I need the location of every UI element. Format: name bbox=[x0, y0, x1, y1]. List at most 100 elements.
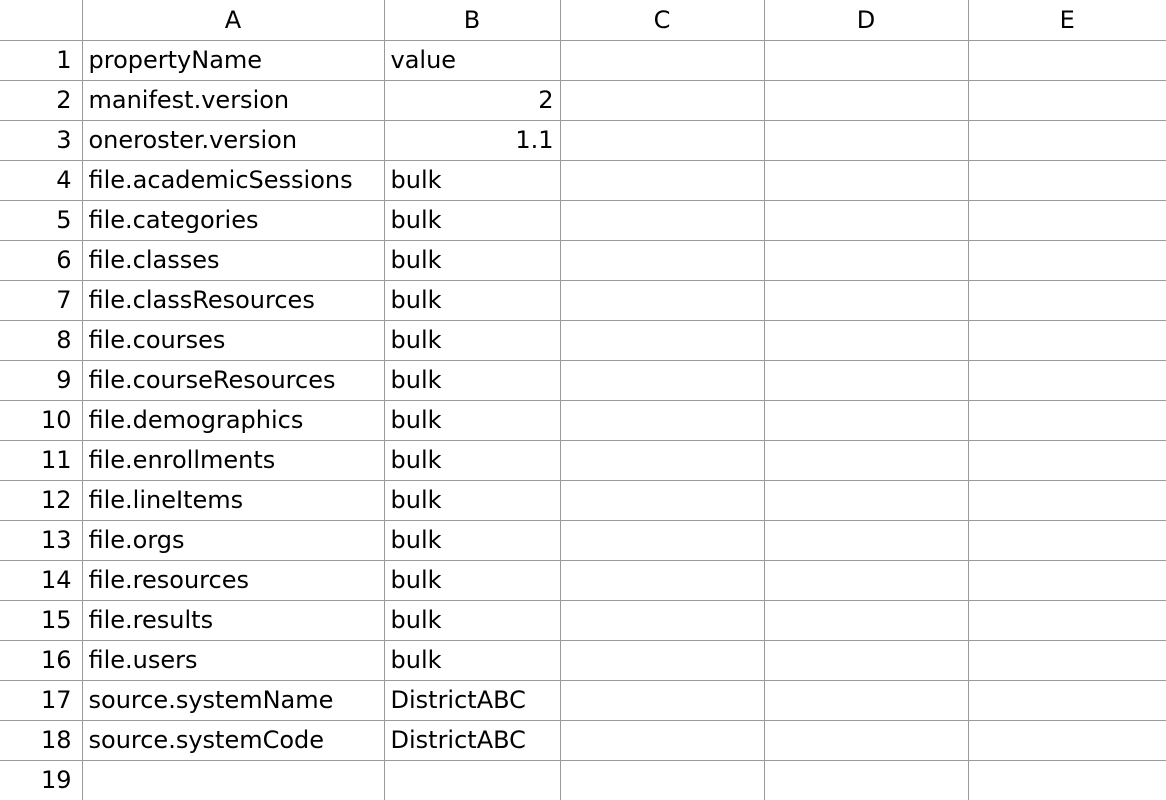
cell-A8[interactable]: file.courses bbox=[82, 320, 384, 360]
cell-A14[interactable]: file.resources bbox=[82, 560, 384, 600]
cell-D4[interactable] bbox=[764, 160, 968, 200]
column-header-D[interactable]: D bbox=[764, 0, 968, 40]
row-header-13[interactable]: 13 bbox=[0, 520, 82, 560]
row-header-7[interactable]: 7 bbox=[0, 280, 82, 320]
cell-B1[interactable]: value bbox=[384, 40, 560, 80]
cell-C6[interactable] bbox=[560, 240, 764, 280]
cell-E5[interactable] bbox=[968, 200, 1166, 240]
cell-B17[interactable]: DistrictABC bbox=[384, 680, 560, 720]
column-header-B[interactable]: B bbox=[384, 0, 560, 40]
cell-B19[interactable] bbox=[384, 760, 560, 800]
cell-B7[interactable]: bulk bbox=[384, 280, 560, 320]
cell-E15[interactable] bbox=[968, 600, 1166, 640]
cell-A19[interactable] bbox=[82, 760, 384, 800]
row-header-17[interactable]: 17 bbox=[0, 680, 82, 720]
cell-C14[interactable] bbox=[560, 560, 764, 600]
row-header-12[interactable]: 12 bbox=[0, 480, 82, 520]
cell-C2[interactable] bbox=[560, 80, 764, 120]
cell-C12[interactable] bbox=[560, 480, 764, 520]
cell-E4[interactable] bbox=[968, 160, 1166, 200]
cell-C11[interactable] bbox=[560, 440, 764, 480]
cell-E2[interactable] bbox=[968, 80, 1166, 120]
cell-E1[interactable] bbox=[968, 40, 1166, 80]
cell-C15[interactable] bbox=[560, 600, 764, 640]
cell-A4[interactable]: file.academicSessions bbox=[82, 160, 384, 200]
cell-A3[interactable]: oneroster.version bbox=[82, 120, 384, 160]
cell-A17[interactable]: source.systemName bbox=[82, 680, 384, 720]
row-header-14[interactable]: 14 bbox=[0, 560, 82, 600]
cell-A2[interactable]: manifest.version bbox=[82, 80, 384, 120]
cell-E11[interactable] bbox=[968, 440, 1166, 480]
cell-E17[interactable] bbox=[968, 680, 1166, 720]
row-header-16[interactable]: 16 bbox=[0, 640, 82, 680]
corner-cell[interactable] bbox=[0, 0, 82, 40]
row-header-1[interactable]: 1 bbox=[0, 40, 82, 80]
column-header-C[interactable]: C bbox=[560, 0, 764, 40]
cell-B12[interactable]: bulk bbox=[384, 480, 560, 520]
cell-D2[interactable] bbox=[764, 80, 968, 120]
cell-D8[interactable] bbox=[764, 320, 968, 360]
cell-E3[interactable] bbox=[968, 120, 1166, 160]
cell-A10[interactable]: file.demographics bbox=[82, 400, 384, 440]
cell-A16[interactable]: file.users bbox=[82, 640, 384, 680]
cell-C19[interactable] bbox=[560, 760, 764, 800]
cell-B3[interactable]: 1.1 bbox=[384, 120, 560, 160]
cell-A15[interactable]: file.results bbox=[82, 600, 384, 640]
cell-E6[interactable] bbox=[968, 240, 1166, 280]
cell-C18[interactable] bbox=[560, 720, 764, 760]
cell-C13[interactable] bbox=[560, 520, 764, 560]
cell-D19[interactable] bbox=[764, 760, 968, 800]
cell-A12[interactable]: file.lineItems bbox=[82, 480, 384, 520]
cell-B15[interactable]: bulk bbox=[384, 600, 560, 640]
cell-A18[interactable]: source.systemCode bbox=[82, 720, 384, 760]
cell-A5[interactable]: file.categories bbox=[82, 200, 384, 240]
cell-E8[interactable] bbox=[968, 320, 1166, 360]
cell-D15[interactable] bbox=[764, 600, 968, 640]
cell-D11[interactable] bbox=[764, 440, 968, 480]
cell-C5[interactable] bbox=[560, 200, 764, 240]
cell-C7[interactable] bbox=[560, 280, 764, 320]
cell-E19[interactable] bbox=[968, 760, 1166, 800]
cell-B2[interactable]: 2 bbox=[384, 80, 560, 120]
row-header-8[interactable]: 8 bbox=[0, 320, 82, 360]
cell-B18[interactable]: DistrictABC bbox=[384, 720, 560, 760]
cell-B8[interactable]: bulk bbox=[384, 320, 560, 360]
cell-D12[interactable] bbox=[764, 480, 968, 520]
row-header-18[interactable]: 18 bbox=[0, 720, 82, 760]
cell-D6[interactable] bbox=[764, 240, 968, 280]
cell-C4[interactable] bbox=[560, 160, 764, 200]
cell-A9[interactable]: file.courseResources bbox=[82, 360, 384, 400]
row-header-6[interactable]: 6 bbox=[0, 240, 82, 280]
cell-C8[interactable] bbox=[560, 320, 764, 360]
cell-B14[interactable]: bulk bbox=[384, 560, 560, 600]
cell-E7[interactable] bbox=[968, 280, 1166, 320]
cell-B16[interactable]: bulk bbox=[384, 640, 560, 680]
cell-E10[interactable] bbox=[968, 400, 1166, 440]
row-header-4[interactable]: 4 bbox=[0, 160, 82, 200]
cell-C9[interactable] bbox=[560, 360, 764, 400]
cell-E14[interactable] bbox=[968, 560, 1166, 600]
cell-D1[interactable] bbox=[764, 40, 968, 80]
cell-A1[interactable]: propertyName bbox=[82, 40, 384, 80]
cell-D5[interactable] bbox=[764, 200, 968, 240]
cell-A7[interactable]: file.classResources bbox=[82, 280, 384, 320]
cell-A6[interactable]: file.classes bbox=[82, 240, 384, 280]
row-header-15[interactable]: 15 bbox=[0, 600, 82, 640]
cell-A11[interactable]: file.enrollments bbox=[82, 440, 384, 480]
row-header-11[interactable]: 11 bbox=[0, 440, 82, 480]
cell-D17[interactable] bbox=[764, 680, 968, 720]
row-header-9[interactable]: 9 bbox=[0, 360, 82, 400]
cell-D9[interactable] bbox=[764, 360, 968, 400]
cell-D10[interactable] bbox=[764, 400, 968, 440]
cell-B9[interactable]: bulk bbox=[384, 360, 560, 400]
spreadsheet-grid[interactable]: A B C D E 1propertyNamevalue2manifest.ve… bbox=[0, 0, 1166, 800]
row-header-3[interactable]: 3 bbox=[0, 120, 82, 160]
cell-E18[interactable] bbox=[968, 720, 1166, 760]
cell-D13[interactable] bbox=[764, 520, 968, 560]
row-header-2[interactable]: 2 bbox=[0, 80, 82, 120]
cell-D7[interactable] bbox=[764, 280, 968, 320]
cell-B5[interactable]: bulk bbox=[384, 200, 560, 240]
cell-D18[interactable] bbox=[764, 720, 968, 760]
cell-E16[interactable] bbox=[968, 640, 1166, 680]
cell-B10[interactable]: bulk bbox=[384, 400, 560, 440]
